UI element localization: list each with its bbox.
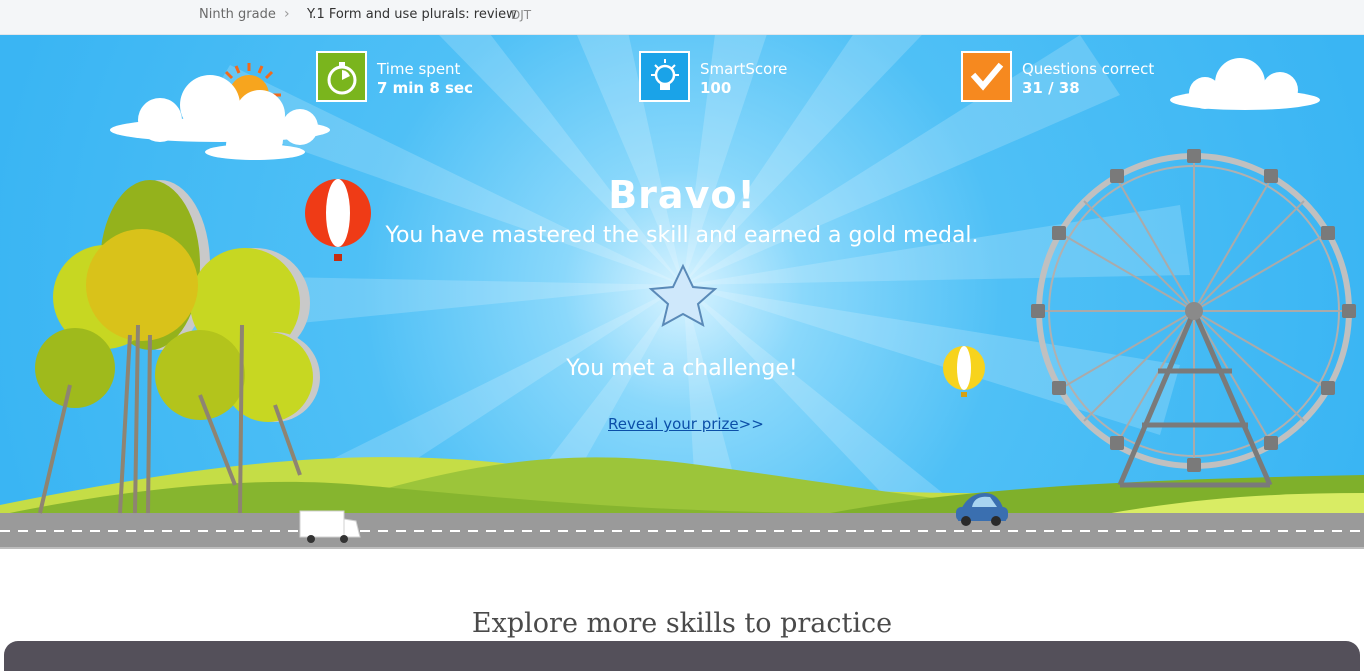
- smartscore-label: SmartScore: [700, 60, 788, 78]
- time-spent-label: Time spent: [377, 60, 461, 78]
- explore-heading: Explore more skills to practice: [471, 608, 893, 639]
- questions-correct-label: Questions correct: [1022, 60, 1155, 78]
- breadcrumb-grade[interactable]: Ninth grade: [199, 7, 276, 22]
- cloud-left: [110, 75, 330, 145]
- celebration-scene: Time spent 7 min 8 sec SmartScore 100 Qu…: [0, 35, 1364, 549]
- reveal-prize-link[interactable]: Reveal your prize: [608, 415, 739, 433]
- stopwatch-icon: [316, 51, 367, 102]
- breadcrumb-skill: Y.1 Form and use plurals: review: [307, 7, 517, 22]
- chevron-right-icon: ›: [284, 6, 290, 22]
- smartscore-value: 100: [700, 79, 732, 97]
- lightbulb-icon: [639, 51, 690, 102]
- breadcrumb-bar: Ninth grade › Y.1 Form and use plurals: …: [0, 0, 1364, 35]
- cloud-right: [1170, 58, 1320, 110]
- mastered-message: You have mastered the skill and earned a…: [385, 223, 979, 248]
- time-spent-value: 7 min 8 sec: [377, 79, 473, 97]
- prize-link-row: Reveal your prize>>: [608, 415, 764, 433]
- skills-panel: [4, 641, 1360, 671]
- headline: Bravo!: [608, 173, 756, 217]
- checkmark-icon: [961, 51, 1012, 102]
- questions-correct-value: 31 / 38: [1022, 79, 1080, 97]
- challenge-message: You met a challenge!: [566, 356, 798, 381]
- scene-illustration: [0, 35, 1364, 549]
- prize-arrows: >>: [738, 415, 764, 433]
- skill-code: DJT: [511, 8, 532, 22]
